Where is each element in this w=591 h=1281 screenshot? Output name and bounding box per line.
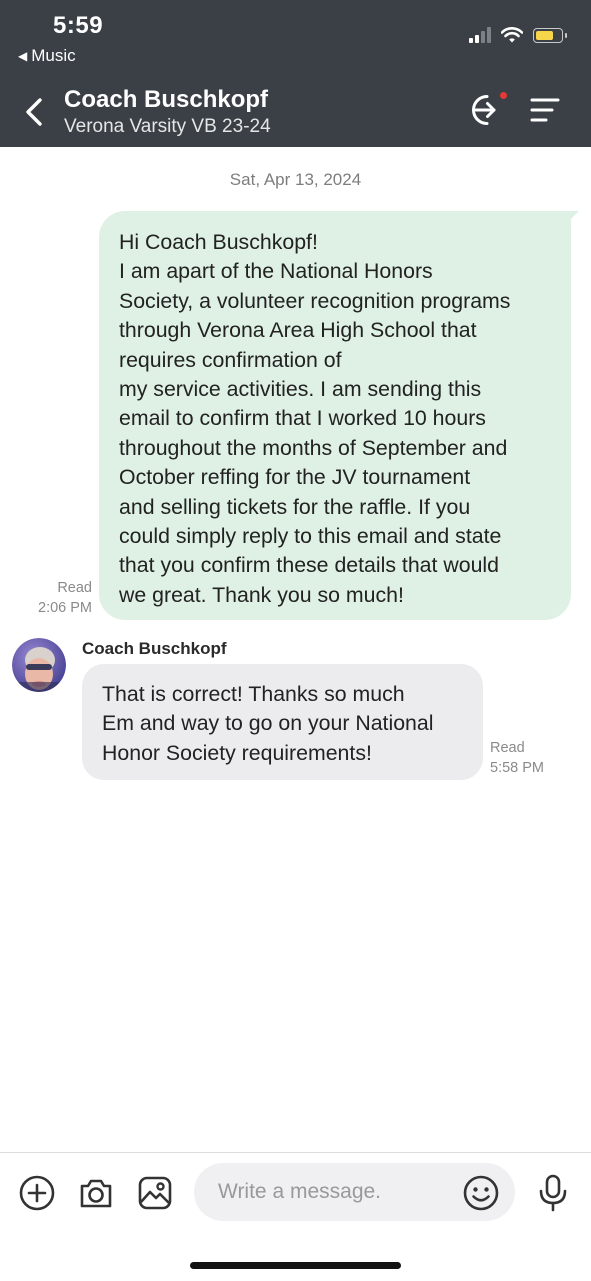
image-icon[interactable] bbox=[136, 1174, 174, 1212]
incoming-message-bubble[interactable]: That is correct! Thanks so much Em and w… bbox=[82, 664, 483, 780]
emoji-icon[interactable] bbox=[462, 1174, 500, 1212]
cellular-signal-icon bbox=[469, 27, 491, 43]
message-composer: Write a message. bbox=[0, 1152, 591, 1281]
home-indicator bbox=[190, 1262, 401, 1269]
incoming-message-text: That is correct! Thanks so much Em and w… bbox=[102, 682, 434, 765]
add-icon[interactable] bbox=[18, 1174, 56, 1212]
chat-header: 5:59 ◀ Music Coach Buschkopf Verona Vars… bbox=[0, 0, 591, 147]
menu-icon[interactable] bbox=[530, 96, 560, 124]
avatar[interactable] bbox=[12, 638, 66, 692]
message-time: 2:06 PM bbox=[38, 600, 92, 616]
date-separator: Sat, Apr 13, 2024 bbox=[229, 170, 362, 189]
status-time: 5:59 bbox=[53, 12, 104, 39]
chat-subtitle: Verona Varsity VB 23-24 bbox=[64, 116, 271, 137]
outgoing-message-bubble[interactable]: Hi Coach Buschkopf! I am apart of the Na… bbox=[99, 211, 579, 620]
chevron-left-icon[interactable] bbox=[20, 94, 50, 130]
message-time: 5:58 PM bbox=[490, 760, 544, 776]
camera-icon[interactable] bbox=[77, 1174, 115, 1212]
sender-name: Coach Buschkopf bbox=[82, 639, 227, 658]
back-to-app-link[interactable]: ◀ Music bbox=[18, 46, 76, 66]
back-triangle-icon: ◀ bbox=[18, 49, 28, 63]
chat-title[interactable]: Coach Buschkopf bbox=[64, 86, 268, 114]
incoming-message-meta: Read 5:58 PM bbox=[490, 738, 544, 778]
message-input-placeholder: Write a message. bbox=[218, 1180, 382, 1203]
microphone-icon[interactable] bbox=[534, 1174, 572, 1212]
read-status: Read bbox=[57, 580, 92, 596]
notification-dot bbox=[500, 92, 507, 99]
outgoing-message-meta: Read 2:06 PM bbox=[28, 578, 92, 618]
wifi-icon bbox=[501, 27, 523, 43]
battery-icon bbox=[533, 27, 567, 43]
back-app-label: Music bbox=[31, 46, 76, 65]
outgoing-message-text: Hi Coach Buschkopf! I am apart of the Na… bbox=[119, 230, 511, 607]
status-icons bbox=[469, 27, 567, 43]
read-status: Read bbox=[490, 740, 525, 756]
